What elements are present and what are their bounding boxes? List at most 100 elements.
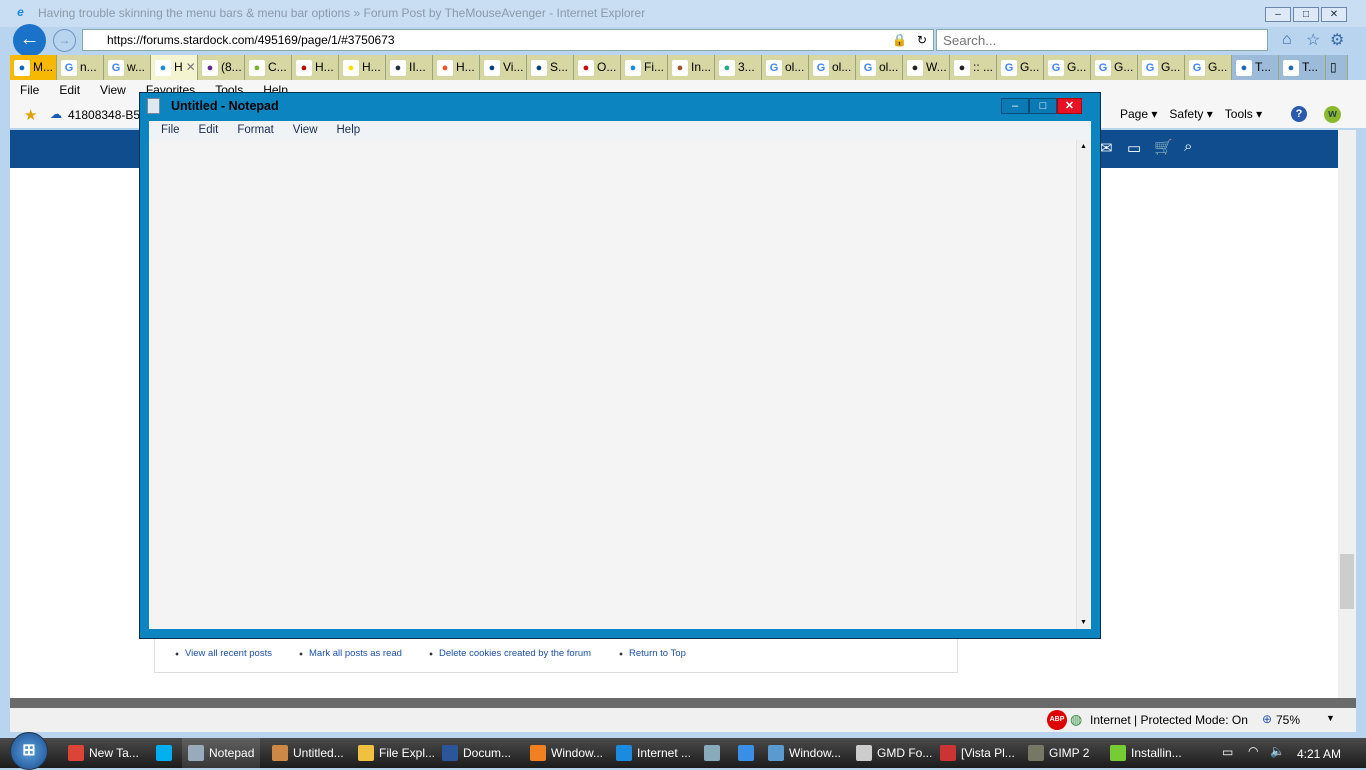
tab-item[interactable]: ● S... — [527, 55, 574, 80]
taskbar-item[interactable]: Docum... — [442, 738, 511, 768]
maximize-button[interactable]: □ — [1293, 7, 1319, 22]
footer-link[interactable]: Return to Top — [619, 648, 686, 659]
tab-item[interactable]: Gol... — [856, 55, 903, 80]
tab-item[interactable]: ● T... — [1232, 55, 1279, 80]
taskbar-item[interactable]: Internet ... — [616, 738, 691, 768]
tab-item[interactable]: G G... — [1091, 55, 1138, 80]
ie-menu-edit[interactable]: Edit — [49, 80, 90, 101]
tab-item[interactable]: G G... — [1044, 55, 1091, 80]
notepad-menu-edit[interactable]: Edit — [187, 121, 226, 140]
notepad-text-area[interactable] — [149, 140, 1076, 629]
power-icon[interactable]: ▭ — [1222, 745, 1233, 759]
google-icon: G — [1048, 59, 1064, 76]
taskbar-item[interactable] — [738, 738, 754, 768]
tab-item[interactable]: Gol... — [809, 55, 856, 80]
tab-item[interactable]: ● H... — [339, 55, 386, 80]
volume-icon[interactable]: 🔈 — [1270, 744, 1285, 758]
notepad-menu-file[interactable]: File — [149, 121, 187, 140]
scroll-down-arrow[interactable]: ▼ — [1080, 619, 1087, 626]
zoom-dropdown-icon[interactable]: ▼ — [1326, 713, 1335, 723]
gear-icon[interactable]: ⚙ — [1330, 30, 1344, 50]
taskbar-item[interactable]: File Expl... — [358, 738, 435, 768]
notepad-menu-view[interactable]: View — [281, 121, 325, 140]
zoom-level[interactable]: 75% — [1276, 713, 1300, 727]
tab-item[interactable]: ● H... — [292, 55, 339, 80]
taskbar-item[interactable]: Window... — [530, 738, 603, 768]
address-bar[interactable]: https://forums.stardock.com/495169/page/… — [82, 29, 934, 51]
close-button[interactable]: ✕ — [1321, 7, 1347, 22]
start-button[interactable]: ⊞ — [10, 732, 48, 770]
add-favorite-icon[interactable]: ★ — [24, 106, 37, 124]
taskbar-item[interactable]: GIMP 2 — [1028, 738, 1089, 768]
taskbar-item[interactable]: Installin... — [1110, 738, 1182, 768]
notepad-icon — [188, 745, 204, 761]
tab-item[interactable]: G G... — [1185, 55, 1232, 80]
mail-icon[interactable]: ✉ — [1100, 139, 1113, 157]
tab-item[interactable]: ● C... — [245, 55, 292, 80]
tab-item[interactable]: ● H... — [433, 55, 480, 80]
tab-item[interactable]: ● Fi... — [621, 55, 668, 80]
taskbar-item[interactable]: GMD Fo... — [856, 738, 932, 768]
tab-item[interactable]: G G... — [997, 55, 1044, 80]
command-page[interactable]: Page ▾ — [1120, 107, 1157, 121]
taskbar-item[interactable] — [704, 738, 720, 768]
minimize-button[interactable]: – — [1265, 7, 1291, 22]
notepad-scrollbar[interactable]: ▲ ▼ — [1076, 140, 1091, 629]
notepad-close-button[interactable]: ✕ — [1057, 98, 1082, 114]
taskbar-item[interactable]: Window... — [768, 738, 841, 768]
adblock-icon[interactable]: ABP — [1047, 710, 1067, 730]
footer-link[interactable]: View all recent posts — [175, 648, 272, 659]
search-icon[interactable]: ⌕ — [1184, 138, 1192, 155]
tab-item[interactable]: ● 3... — [715, 55, 762, 80]
network-icon[interactable]: ◠ — [1248, 744, 1258, 758]
back-button[interactable]: ← — [13, 24, 46, 57]
tab-item[interactable]: Gw... — [104, 55, 151, 80]
ie-menu-view[interactable]: View — [90, 80, 136, 101]
tab-item[interactable]: ● (8... — [198, 55, 245, 80]
help-icon[interactable]: ? — [1291, 106, 1307, 122]
ie-menu-file[interactable]: File — [10, 80, 49, 101]
favorites-star-icon[interactable]: ☆ — [1306, 30, 1320, 50]
home-icon[interactable]: ⌂ — [1282, 31, 1292, 49]
tab-close-icon[interactable]: ✕ — [186, 55, 196, 80]
notepad-menu-help[interactable]: Help — [325, 121, 368, 140]
taskbar-item[interactable]: Untitled... — [272, 738, 344, 768]
footer-link[interactable]: Delete cookies created by the forum — [429, 648, 592, 659]
search-input[interactable] — [936, 29, 1268, 51]
tab-item[interactable]: ● O... — [574, 55, 621, 80]
tab-item[interactable]: ● M... — [10, 55, 57, 80]
scroll-up-arrow[interactable]: ▲ — [1080, 143, 1087, 150]
page-scrollbar[interactable] — [1338, 130, 1356, 698]
command-tools[interactable]: Tools ▾ — [1225, 107, 1262, 121]
tab-item[interactable]: ●:: ... — [950, 55, 997, 80]
taskbar-item[interactable]: Notepad — [182, 738, 261, 768]
favorite-link[interactable]: 41808348-B54 — [68, 108, 147, 122]
chat-icon[interactable]: ▭ — [1127, 139, 1141, 157]
tab-item[interactable]: ● W... — [903, 55, 950, 80]
footer-link[interactable]: Mark all posts as read — [299, 648, 402, 659]
tab-item[interactable]: ● Vi... — [480, 55, 527, 80]
taskbar-item[interactable] — [156, 738, 172, 768]
forward-button[interactable]: → — [53, 29, 76, 52]
taskbar-item[interactable]: [Vista Pl... — [940, 738, 1015, 768]
notepad-maximize-button[interactable]: □ — [1029, 98, 1057, 114]
refresh-icon[interactable]: ↻ — [917, 30, 927, 50]
mail-icon: ● — [202, 59, 218, 76]
scrollbar-thumb[interactable] — [1340, 554, 1354, 609]
new-tab-button[interactable]: ▯ — [1326, 55, 1348, 80]
tab-item[interactable]: ● In... — [668, 55, 715, 80]
tab-item[interactable]: Gol... — [762, 55, 809, 80]
tab-item[interactable]: Gn... — [57, 55, 104, 80]
cart-icon[interactable]: 🛒 — [1154, 138, 1173, 156]
tab-item[interactable]: ● H ✕ — [151, 55, 198, 80]
w-addon-icon[interactable]: w — [1324, 106, 1341, 123]
tab-item[interactable]: G G... — [1138, 55, 1185, 80]
command-safety[interactable]: Safety ▾ — [1169, 107, 1212, 121]
tab-item[interactable]: ● II... — [386, 55, 433, 80]
notepad-menu-format[interactable]: Format — [225, 121, 280, 140]
taskbar-item[interactable]: New Ta... — [68, 738, 139, 768]
clock[interactable]: 4:21 AM — [1297, 747, 1341, 761]
notepad-minimize-button[interactable]: – — [1001, 98, 1029, 114]
security-zone: Internet | Protected Mode: On — [1090, 713, 1248, 727]
tab-item[interactable]: ● T... — [1279, 55, 1326, 80]
